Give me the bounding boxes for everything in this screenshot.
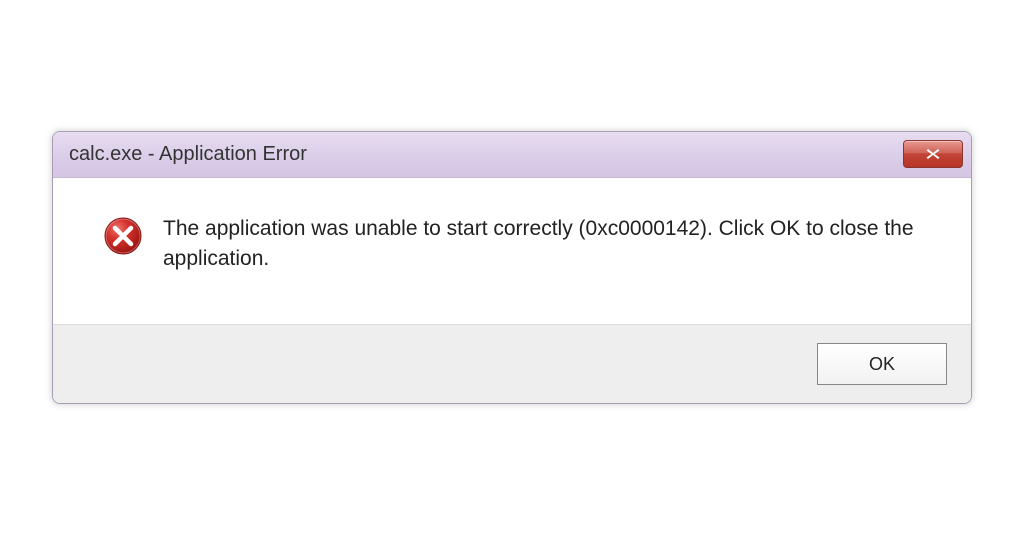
close-icon — [925, 147, 941, 161]
content-area: The application was unable to start corr… — [53, 178, 971, 325]
error-message: The application was unable to start corr… — [163, 214, 931, 275]
error-dialog: calc.exe - Application Error — [52, 131, 972, 405]
dialog-title: calc.exe - Application Error — [69, 143, 307, 166]
ok-button[interactable]: OK — [817, 343, 947, 385]
button-area: OK — [53, 324, 971, 403]
titlebar: calc.exe - Application Error — [53, 132, 971, 178]
close-button[interactable] — [903, 140, 963, 168]
error-icon — [103, 216, 143, 256]
